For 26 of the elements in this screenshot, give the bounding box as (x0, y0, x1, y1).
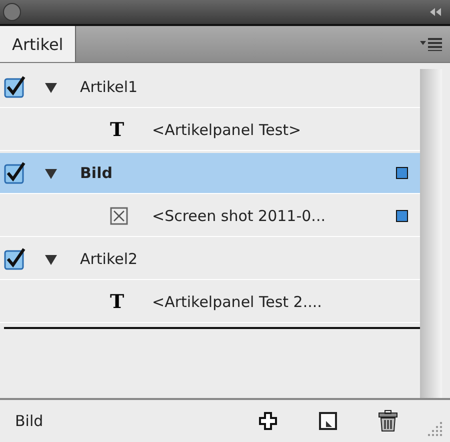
panel-tab[interactable]: Artikel (0, 26, 76, 62)
new-page-icon[interactable] (318, 411, 338, 431)
disclosure-triangle-icon[interactable] (44, 166, 58, 180)
status-label: Bild (15, 412, 44, 430)
add-icon[interactable] (258, 411, 278, 431)
text-frame-icon: T (110, 119, 128, 141)
disclosure-triangle-icon[interactable] (44, 252, 58, 266)
scrollbar[interactable] (420, 69, 442, 398)
trash-icon[interactable] (378, 410, 398, 432)
article-name: Artikel2 (80, 250, 139, 268)
image-frame-icon (110, 207, 128, 225)
collapse-icon[interactable] (430, 8, 442, 16)
checkbox[interactable] (4, 162, 26, 184)
resize-grip-icon[interactable] (428, 422, 442, 436)
article-row[interactable]: Bild (0, 153, 420, 194)
item-name: <Screen shot 2011-0... (152, 207, 326, 225)
panel-menu-icon[interactable] (420, 37, 442, 51)
article-name: Artikel1 (80, 78, 139, 96)
text-frame-icon: T (110, 291, 128, 313)
item-name: <Artikelpanel Test> (152, 121, 302, 139)
article-name: Bild (80, 164, 114, 182)
close-icon[interactable] (3, 3, 21, 21)
checkbox[interactable] (4, 76, 26, 98)
disclosure-triangle-icon[interactable] (44, 80, 58, 94)
item-name: <Artikelpanel Test 2.... (152, 293, 323, 311)
checkbox[interactable] (4, 248, 26, 270)
